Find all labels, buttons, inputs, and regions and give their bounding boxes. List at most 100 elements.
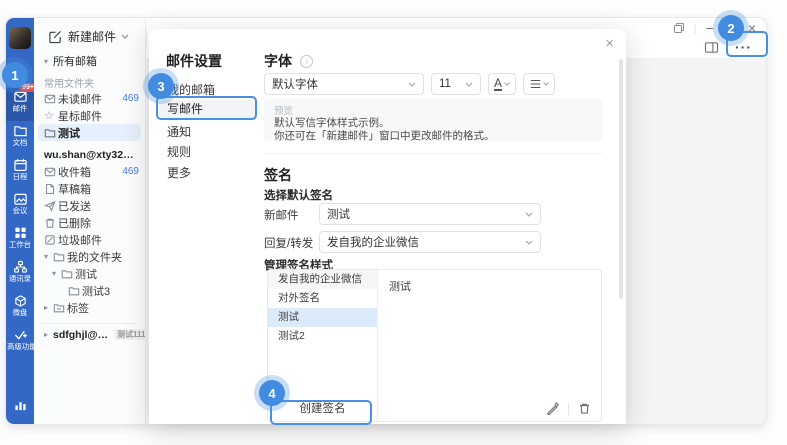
folder-icon [61,268,75,280]
folder-inbox[interactable]: 收件箱 469 [34,163,145,180]
close-window-button[interactable]: × [748,22,756,34]
star-icon: ☆ [44,109,58,122]
folder-sent[interactable]: 已发送 [34,197,145,214]
chevron-right-icon: ▸ [44,330,53,339]
font-controls-row: 默认字体 11 A [264,73,555,95]
restore-window-icon[interactable] [673,22,685,34]
folder-panel: ▾ 所有邮箱 常用文件夹 未读邮件 469 ☆ 星标邮件 测试 wu.shan@… [34,18,146,424]
account-1[interactable]: wu.shan@xty321.... [34,146,145,163]
annotation-badge-2: 2 [718,15,744,41]
stats-icon [13,398,28,412]
sidebar-item-workbench[interactable]: 工作台 [6,224,34,257]
folder-test-selected[interactable]: 测试 [38,124,141,141]
sidebar-item-advanced[interactable]: 高级功能 [6,326,34,359]
folder-drafts[interactable]: 草稿箱 [34,180,145,197]
sidebar-item-contacts[interactable]: 通讯录 [6,258,34,291]
sidebar-item-calendar[interactable]: 日程 [6,156,34,189]
sidebar-item-mail[interactable]: 99+ 邮件 [6,88,34,121]
info-icon: i [300,55,313,68]
settings-nav-rules[interactable]: 规则 [159,143,255,162]
folder-deleted[interactable]: 已删除 [34,214,145,231]
avatar[interactable] [9,27,31,49]
envelope-icon [44,166,58,178]
folder-my-folders[interactable]: ▾ 我的文件夹 [34,248,145,265]
envelope-icon [44,93,58,105]
folder-section-label: 常用文件夹 [34,74,145,90]
folder-sub-test[interactable]: ▾ 测试 [34,265,145,282]
sidebar-item-stats[interactable] [6,396,34,416]
folder-icon [68,285,82,297]
settings-nav-notifications[interactable]: 通知 [159,123,255,142]
folder-tags[interactable]: ▸ 标签 [34,299,145,316]
preview-line-1: 默认写信字体样式示例。 [274,117,592,130]
draft-icon [44,183,58,195]
compose-icon [48,29,63,44]
contacts-icon [13,260,28,274]
settings-nav-more[interactable]: 更多 [159,164,255,183]
chevron-right-icon: ▸ [44,303,53,312]
folder-icon [53,251,67,263]
create-signature-button[interactable]: 创建签名 [274,401,371,418]
workbench-icon [13,226,28,240]
folder-unread[interactable]: 未读邮件 469 [34,90,145,107]
chevron-down-icon [465,82,473,87]
signature-heading: 签名 [264,165,292,185]
divider [568,403,569,415]
compose-button[interactable]: 新建邮件 [48,28,129,45]
close-dialog-button[interactable]: × [605,35,614,52]
new-mail-signature-select[interactable]: 测试 [319,203,541,225]
chevron-down-icon: ▾ [52,269,61,278]
minimize-button[interactable]: − [706,24,714,32]
sidebar-item-drive[interactable]: 微盘 [6,292,34,325]
preview-line-2: 你还可在「新建邮件」窗口中更改邮件的格式。 [274,130,592,143]
account-2[interactable]: ▸ sdfghjl@xt... 测试111 [34,326,145,343]
sidebar-item-meeting[interactable]: 会议 [6,190,34,223]
settings-content: 字体 i 默认字体 11 A [264,29,604,424]
chevron-down-icon [121,34,129,39]
sidebar-item-docs[interactable]: 文档 [6,122,34,155]
signature-actions [546,402,591,415]
dialog-scrollbar[interactable] [619,59,623,299]
signature-item-wecom[interactable]: 发自我的企业微信 [268,270,377,289]
reading-pane-icon[interactable] [704,41,719,54]
folder-junk[interactable]: 垃圾邮件 [34,231,145,248]
app-window: 99+ 邮件 文档 日程 会议 工作台 通讯录 [5,17,767,425]
settings-nav-compose[interactable]: 写邮件 [159,100,255,119]
drive-icon [13,294,28,308]
folder-starred[interactable]: ☆ 星标邮件 [34,107,145,124]
signature-item-test-selected[interactable]: 测试 [268,308,377,327]
compose-label: 新建邮件 [68,28,116,45]
mail-settings-dialog: × 邮件设置 我的邮箱 写邮件 通知 规则 更多 字体 i 默认字体 11 [149,29,626,424]
calendar-icon [13,158,28,172]
line-spacing-button[interactable] [523,73,555,95]
tag-folder-icon [53,302,67,314]
folder-sub-test3[interactable]: 测试3 [34,282,145,299]
mail-icon [13,90,28,104]
chevron-down-icon [525,240,533,245]
chevron-down-icon [525,212,533,217]
docs-icon [13,124,28,138]
meeting-icon [13,192,28,206]
delete-signature-icon[interactable] [578,402,591,415]
junk-icon [44,234,58,246]
reply-forward-label: 回复/转发 [264,235,313,251]
annotation-badge-3: 3 [148,73,174,99]
chevron-down-icon [408,82,416,87]
font-size-select[interactable]: 11 [431,73,481,95]
unread-count: 469 [122,93,139,104]
signature-item-external[interactable]: 对外签名 [268,289,377,308]
font-color-button[interactable]: A [488,73,516,95]
new-mail-label: 新邮件 [264,207,299,223]
signature-item-test2[interactable]: 测试2 [268,327,377,346]
chevron-down-icon [543,82,549,86]
edit-icon[interactable] [546,402,559,415]
reply-signature-select[interactable]: 发自我的企业微信 [319,231,541,253]
divider [42,323,137,324]
account-tag-badge: 测试111 [114,329,145,340]
preview-label: 预览 [274,103,592,117]
annotation-badge-4: 4 [259,380,285,406]
font-family-select[interactable]: 默认字体 [264,73,424,95]
signature-list-box: 发自我的企业微信 对外签名 测试 测试2 创建签名 测试 [267,269,602,422]
reply-signature-row: 回复/转发 发自我的企业微信 [264,231,602,253]
controls-separator: | [694,22,697,34]
